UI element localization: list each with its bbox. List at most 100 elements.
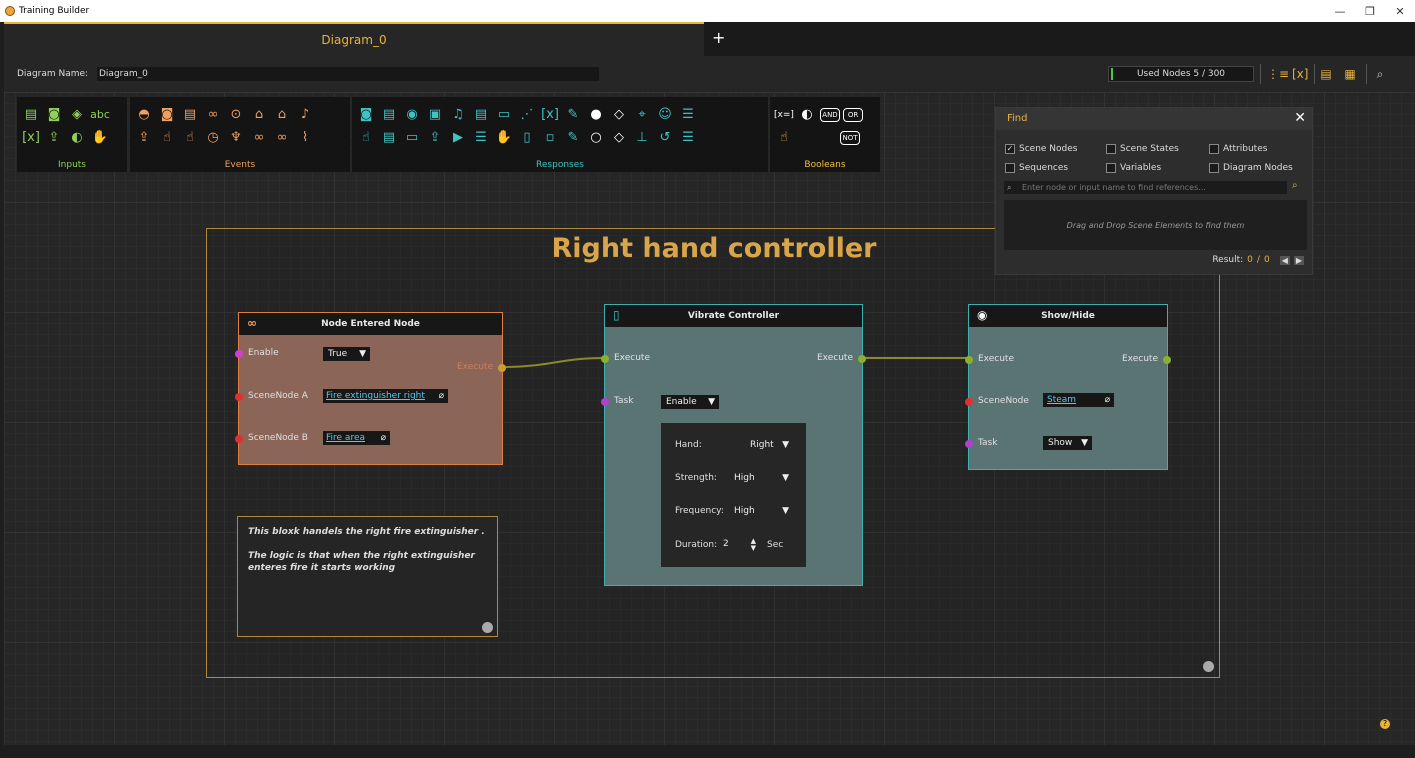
node-header[interactable]: ◉ Show/Hide — [969, 305, 1167, 327]
input-toggle-icon[interactable]: ◐ — [67, 128, 87, 148]
scene-node-link[interactable]: Steam — [1047, 395, 1076, 405]
event-timer-icon[interactable]: ◷ — [203, 128, 223, 148]
response-panel-icon[interactable]: ▤ — [379, 128, 399, 148]
event-signal-icon[interactable]: ⌇ — [295, 128, 315, 148]
response-list-icon[interactable]: ☰ — [678, 105, 698, 125]
event-grab-icon[interactable]: ⇪ — [134, 128, 154, 148]
option-scene-nodes[interactable]: ✓ Scene Nodes — [1005, 144, 1077, 154]
prev-result-button[interactable]: ◀ — [1279, 255, 1290, 265]
event-lock-icon[interactable]: ⌂ — [249, 105, 269, 125]
enable-port[interactable] — [235, 350, 243, 358]
hand-dropdown[interactable]: Right ▼ — [745, 438, 793, 452]
event-mic-icon[interactable]: ♪ — [295, 105, 315, 125]
response-checklist-icon[interactable]: ☰ — [471, 128, 491, 148]
response-camera-icon[interactable]: ▣ — [425, 105, 445, 125]
checkbox-icon[interactable] — [1005, 163, 1015, 173]
response-grab-icon[interactable]: ✋ — [494, 128, 514, 148]
event-enter-icon[interactable]: ∞ — [203, 105, 223, 125]
response-eye-icon[interactable]: ◉ — [402, 105, 422, 125]
option-sequences[interactable]: Sequences — [1005, 163, 1068, 173]
response-variable-icon[interactable]: [x] — [540, 105, 560, 125]
scene-a-link[interactable]: Fire extinguisher right — [326, 391, 425, 401]
task-port[interactable] — [601, 398, 609, 406]
option-scene-states[interactable]: Scene States — [1106, 144, 1179, 154]
response-circle-icon[interactable]: ● — [586, 105, 606, 125]
checkbox-icon[interactable] — [1209, 144, 1219, 154]
response-chat-icon[interactable]: ▭ — [402, 128, 422, 148]
response-sound-icon[interactable]: ♫ — [448, 105, 468, 125]
scene-node-port[interactable] — [965, 398, 973, 406]
minimize-button[interactable]: — — [1325, 0, 1355, 22]
paperclip-icon[interactable]: ⌀ — [381, 431, 386, 445]
option-attributes[interactable]: Attributes — [1209, 144, 1267, 154]
bool-or-icon[interactable]: OR — [843, 108, 863, 122]
node-vibrate-controller[interactable]: ▯ Vibrate Controller Execute Execute Tas… — [601, 304, 866, 586]
event-unlock-icon[interactable]: ⌂ — [272, 105, 292, 125]
paperclip-icon[interactable]: ⌀ — [1105, 393, 1110, 407]
scene-a-port[interactable] — [235, 393, 243, 401]
event-press-icon[interactable]: ☝ — [180, 128, 200, 148]
scene-b-link[interactable]: Fire area — [326, 433, 365, 443]
bool-and-icon[interactable]: AND — [820, 108, 840, 122]
duration-stepper[interactable]: 2 ▲ ▼ — [718, 537, 760, 552]
search-icon[interactable]: ⌕ — [1372, 66, 1388, 82]
event-chain-2-icon[interactable]: ∞ — [272, 128, 292, 148]
option-variables[interactable]: Variables — [1106, 163, 1161, 173]
node-show-hide[interactable]: ◉ Show/Hide Execute Execute SceneNode St… — [965, 304, 1171, 470]
comment-resize-handle[interactable] — [482, 622, 493, 633]
response-video-icon[interactable]: ▶ — [448, 128, 468, 148]
bool-hand-icon[interactable]: ☝ — [774, 128, 794, 148]
response-cancel-icon[interactable]: ◇ — [609, 128, 629, 148]
find-dropzone[interactable]: Drag and Drop Scene Elements to find the… — [1004, 200, 1307, 250]
close-window-button[interactable]: ✕ — [1385, 0, 1415, 22]
enable-dropdown[interactable]: True ▼ — [323, 347, 370, 361]
execute-in-port[interactable] — [601, 355, 609, 363]
response-edit-icon[interactable]: ✎ — [563, 128, 583, 148]
magnifier-icon[interactable]: ⌕ — [1292, 180, 1298, 191]
tab-diagram-0[interactable]: Diagram_0 — [4, 22, 704, 56]
input-upload-icon[interactable]: ⇪ — [44, 128, 64, 148]
checkbox-icon[interactable] — [1106, 144, 1116, 154]
execute-out-port[interactable] — [858, 355, 866, 363]
scene-b-field[interactable]: Fire area ⌀ — [323, 431, 390, 445]
event-action-icon[interactable]: ▤ — [180, 105, 200, 125]
comment-note[interactable]: This bloxk handels the right fire exting… — [237, 516, 498, 637]
response-redirect-icon[interactable]: ◇ — [609, 105, 629, 125]
scene-b-port[interactable] — [235, 435, 243, 443]
frequency-dropdown[interactable]: High ▼ — [729, 504, 793, 518]
help-icon[interactable]: ? — [1380, 719, 1390, 729]
response-clipboard-icon[interactable]: ▤ — [471, 105, 491, 125]
response-ring-icon[interactable]: ○ — [586, 128, 606, 148]
input-text-icon[interactable]: abc — [90, 105, 110, 125]
node-entered-node[interactable]: ∞ Node Entered Node Enable True ▼ Execute… — [235, 312, 506, 465]
hierarchy-icon[interactable]: ⋮≡ — [1267, 66, 1289, 82]
bool-equals-icon[interactable]: [x=] — [774, 105, 794, 125]
execute-out-port[interactable] — [1163, 356, 1171, 364]
task-dropdown[interactable]: Show ▼ — [1043, 436, 1092, 450]
response-briefcase-icon[interactable]: ▭ — [494, 105, 514, 125]
response-tag-icon[interactable]: ✎ — [563, 105, 583, 125]
clipboard-icon[interactable]: ▤ — [1318, 66, 1334, 82]
event-vr-icon[interactable]: ◓ — [134, 105, 154, 125]
response-weight-icon[interactable]: ⊥ — [632, 128, 652, 148]
checkbox-icon[interactable] — [1209, 163, 1219, 173]
paperclip-icon[interactable]: ⌀ — [439, 389, 444, 403]
input-variable-icon[interactable]: [x] — [21, 128, 41, 148]
scene-node-field[interactable]: Steam ⌀ — [1043, 393, 1114, 407]
input-hand-icon[interactable]: ✋ — [90, 128, 110, 148]
input-screen-icon[interactable]: ◙ — [44, 105, 64, 125]
response-list-loop-icon[interactable]: ☰ — [678, 128, 698, 148]
close-icon[interactable]: ✕ — [1294, 110, 1306, 126]
event-chain-icon[interactable]: ∞ — [249, 128, 269, 148]
response-screen-icon[interactable]: ◙ — [356, 105, 376, 125]
response-nodes-icon[interactable]: ▫ — [540, 128, 560, 148]
checkbox-icon[interactable] — [1106, 163, 1116, 173]
restore-button[interactable]: ❐ — [1355, 0, 1385, 22]
next-result-button[interactable]: ▶ — [1293, 255, 1304, 265]
response-graph-icon[interactable]: ⋰ — [517, 105, 537, 125]
execute-out-port[interactable] — [498, 364, 506, 372]
event-touch-icon[interactable]: ☝ — [157, 128, 177, 148]
bool-compare-icon[interactable]: ◐ — [797, 105, 817, 125]
node-header[interactable]: ▯ Vibrate Controller — [605, 305, 862, 327]
diagram-name-input[interactable]: Diagram_0 — [97, 67, 599, 81]
